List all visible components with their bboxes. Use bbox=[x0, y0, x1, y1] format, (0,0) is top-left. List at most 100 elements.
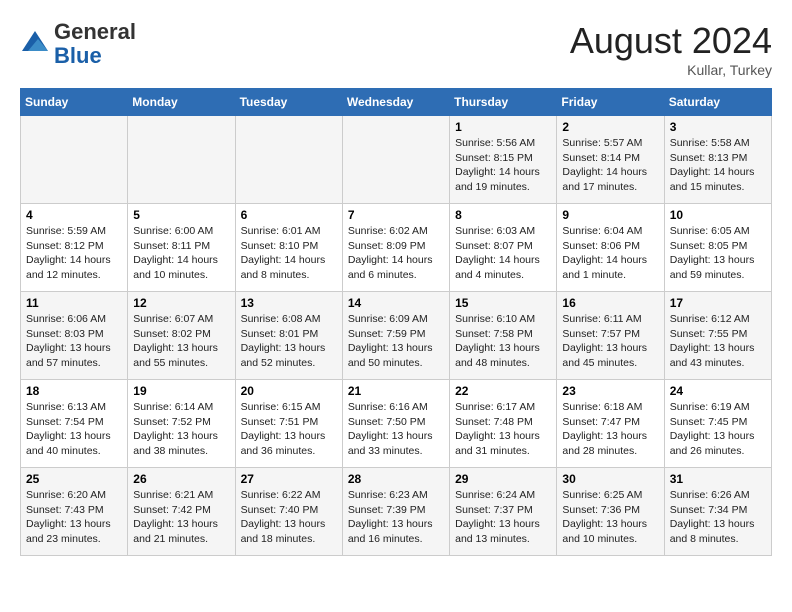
day-number: 4 bbox=[26, 208, 122, 222]
day-cell: 14Sunrise: 6:09 AM Sunset: 7:59 PM Dayli… bbox=[342, 292, 449, 380]
day-number: 28 bbox=[348, 472, 444, 486]
day-number: 24 bbox=[670, 384, 766, 398]
day-info: Sunrise: 6:14 AM Sunset: 7:52 PM Dayligh… bbox=[133, 400, 229, 459]
day-cell: 23 Sunrise: 6:18 AM Sunset: 7:47 PM Dayli… bbox=[557, 380, 664, 468]
day-number: 6 bbox=[241, 208, 337, 222]
day-number: 31 bbox=[670, 472, 766, 486]
day-cell: 16Sunrise: 6:11 AM Sunset: 7:57 PM Dayli… bbox=[557, 292, 664, 380]
day-cell: 17 Sunrise: 6:12 AM Sunset: 7:55 PM Dayli… bbox=[664, 292, 771, 380]
day-number: 21 bbox=[348, 384, 444, 398]
header-thursday: Thursday bbox=[450, 89, 557, 116]
day-info: Sunrise: 6:06 AM Sunset: 8:03 PM Dayligh… bbox=[26, 312, 122, 371]
day-number: 13 bbox=[241, 296, 337, 310]
day-number: 3 bbox=[670, 120, 766, 134]
day-info: Sunrise: 6:21 AM Sunset: 7:42 PM Dayligh… bbox=[133, 488, 229, 547]
day-cell: 9Sunrise: 6:04 AM Sunset: 8:06 PM Daylig… bbox=[557, 204, 664, 292]
day-number: 14 bbox=[348, 296, 444, 310]
day-cell: 28 Sunrise: 6:23 AM Sunset: 7:39 PM Dayli… bbox=[342, 468, 449, 556]
day-cell: 10 Sunrise: 6:05 AM Sunset: 8:05 PM Dayli… bbox=[664, 204, 771, 292]
month-year: August 2024 bbox=[570, 20, 772, 62]
day-number: 26 bbox=[133, 472, 229, 486]
day-number: 17 bbox=[670, 296, 766, 310]
day-cell bbox=[342, 116, 449, 204]
header-monday: Monday bbox=[128, 89, 235, 116]
day-info: Sunrise: 6:05 AM Sunset: 8:05 PM Dayligh… bbox=[670, 224, 766, 283]
day-cell bbox=[128, 116, 235, 204]
header-wednesday: Wednesday bbox=[342, 89, 449, 116]
location: Kullar, Turkey bbox=[570, 62, 772, 78]
day-info: Sunrise: 6:00 AM Sunset: 8:11 PM Dayligh… bbox=[133, 224, 229, 283]
day-info: Sunrise: 6:12 AM Sunset: 7:55 PM Dayligh… bbox=[670, 312, 766, 371]
day-number: 30 bbox=[562, 472, 658, 486]
calendar-table: SundayMondayTuesdayWednesdayThursdayFrid… bbox=[20, 88, 772, 556]
day-info: Sunrise: 6:25 AM Sunset: 7:36 PM Dayligh… bbox=[562, 488, 658, 547]
day-number: 11 bbox=[26, 296, 122, 310]
header-sunday: Sunday bbox=[21, 89, 128, 116]
day-number: 5 bbox=[133, 208, 229, 222]
day-info: Sunrise: 5:59 AM Sunset: 8:12 PM Dayligh… bbox=[26, 224, 122, 283]
day-cell: 4 Sunrise: 5:59 AM Sunset: 8:12 PM Daylig… bbox=[21, 204, 128, 292]
week-row-4: 18 Sunrise: 6:13 AM Sunset: 7:54 PM Dayli… bbox=[21, 380, 772, 468]
day-cell: 29 Sunrise: 6:24 AM Sunset: 7:37 PM Dayli… bbox=[450, 468, 557, 556]
day-number: 27 bbox=[241, 472, 337, 486]
day-cell: 1 Sunrise: 5:56 AM Sunset: 8:15 PM Daylig… bbox=[450, 116, 557, 204]
day-info: Sunrise: 6:15 AM Sunset: 7:51 PM Dayligh… bbox=[241, 400, 337, 459]
day-cell: 3 Sunrise: 5:58 AM Sunset: 8:13 PM Daylig… bbox=[664, 116, 771, 204]
day-cell: 26 Sunrise: 6:21 AM Sunset: 7:42 PM Dayli… bbox=[128, 468, 235, 556]
logo: General Blue bbox=[20, 20, 136, 68]
day-cell: 31 Sunrise: 6:26 AM Sunset: 7:34 PM Dayli… bbox=[664, 468, 771, 556]
day-info: Sunrise: 6:19 AM Sunset: 7:45 PM Dayligh… bbox=[670, 400, 766, 459]
day-cell: 20 Sunrise: 6:15 AM Sunset: 7:51 PM Dayli… bbox=[235, 380, 342, 468]
day-number: 20 bbox=[241, 384, 337, 398]
day-number: 1 bbox=[455, 120, 551, 134]
day-info: Sunrise: 6:07 AM Sunset: 8:02 PM Dayligh… bbox=[133, 312, 229, 371]
header-row: SundayMondayTuesdayWednesdayThursdayFrid… bbox=[21, 89, 772, 116]
day-info: Sunrise: 6:03 AM Sunset: 8:07 PM Dayligh… bbox=[455, 224, 551, 283]
day-number: 2 bbox=[562, 120, 658, 134]
day-cell bbox=[21, 116, 128, 204]
day-number: 29 bbox=[455, 472, 551, 486]
day-info: Sunrise: 6:23 AM Sunset: 7:39 PM Dayligh… bbox=[348, 488, 444, 547]
day-info: Sunrise: 6:08 AM Sunset: 8:01 PM Dayligh… bbox=[241, 312, 337, 371]
day-cell: 11 Sunrise: 6:06 AM Sunset: 8:03 PM Dayli… bbox=[21, 292, 128, 380]
day-cell: 15 Sunrise: 6:10 AM Sunset: 7:58 PM Dayli… bbox=[450, 292, 557, 380]
day-number: 18 bbox=[26, 384, 122, 398]
day-info: Sunrise: 5:57 AM Sunset: 8:14 PM Dayligh… bbox=[562, 136, 658, 195]
day-number: 25 bbox=[26, 472, 122, 486]
day-cell: 8Sunrise: 6:03 AM Sunset: 8:07 PM Daylig… bbox=[450, 204, 557, 292]
week-row-1: 1 Sunrise: 5:56 AM Sunset: 8:15 PM Daylig… bbox=[21, 116, 772, 204]
day-info: Sunrise: 6:18 AM Sunset: 7:47 PM Dayligh… bbox=[562, 400, 658, 459]
logo-icon bbox=[20, 29, 50, 59]
day-number: 23 bbox=[562, 384, 658, 398]
header-saturday: Saturday bbox=[664, 89, 771, 116]
week-row-2: 4 Sunrise: 5:59 AM Sunset: 8:12 PM Daylig… bbox=[21, 204, 772, 292]
day-number: 7 bbox=[348, 208, 444, 222]
day-info: Sunrise: 6:02 AM Sunset: 8:09 PM Dayligh… bbox=[348, 224, 444, 283]
day-info: Sunrise: 6:10 AM Sunset: 7:58 PM Dayligh… bbox=[455, 312, 551, 371]
day-cell: 7 Sunrise: 6:02 AM Sunset: 8:09 PM Daylig… bbox=[342, 204, 449, 292]
day-cell: 19Sunrise: 6:14 AM Sunset: 7:52 PM Dayli… bbox=[128, 380, 235, 468]
day-info: Sunrise: 6:22 AM Sunset: 7:40 PM Dayligh… bbox=[241, 488, 337, 547]
day-cell: 6Sunrise: 6:01 AM Sunset: 8:10 PM Daylig… bbox=[235, 204, 342, 292]
day-cell: 25 Sunrise: 6:20 AM Sunset: 7:43 PM Dayli… bbox=[21, 468, 128, 556]
logo-blue: Blue bbox=[54, 43, 102, 68]
day-info: Sunrise: 5:56 AM Sunset: 8:15 PM Dayligh… bbox=[455, 136, 551, 195]
day-number: 15 bbox=[455, 296, 551, 310]
day-info: Sunrise: 6:13 AM Sunset: 7:54 PM Dayligh… bbox=[26, 400, 122, 459]
day-info: Sunrise: 6:17 AM Sunset: 7:48 PM Dayligh… bbox=[455, 400, 551, 459]
day-info: Sunrise: 6:16 AM Sunset: 7:50 PM Dayligh… bbox=[348, 400, 444, 459]
day-cell: 24 Sunrise: 6:19 AM Sunset: 7:45 PM Dayli… bbox=[664, 380, 771, 468]
day-info: Sunrise: 6:20 AM Sunset: 7:43 PM Dayligh… bbox=[26, 488, 122, 547]
day-info: Sunrise: 6:26 AM Sunset: 7:34 PM Dayligh… bbox=[670, 488, 766, 547]
day-info: Sunrise: 5:58 AM Sunset: 8:13 PM Dayligh… bbox=[670, 136, 766, 195]
day-info: Sunrise: 6:24 AM Sunset: 7:37 PM Dayligh… bbox=[455, 488, 551, 547]
day-cell: 27 Sunrise: 6:22 AM Sunset: 7:40 PM Dayli… bbox=[235, 468, 342, 556]
day-cell: 5 Sunrise: 6:00 AM Sunset: 8:11 PM Daylig… bbox=[128, 204, 235, 292]
day-cell: 18 Sunrise: 6:13 AM Sunset: 7:54 PM Dayli… bbox=[21, 380, 128, 468]
day-cell: 21 Sunrise: 6:16 AM Sunset: 7:50 PM Dayli… bbox=[342, 380, 449, 468]
day-cell: 12Sunrise: 6:07 AM Sunset: 8:02 PM Dayli… bbox=[128, 292, 235, 380]
header-friday: Friday bbox=[557, 89, 664, 116]
day-info: Sunrise: 6:11 AM Sunset: 7:57 PM Dayligh… bbox=[562, 312, 658, 371]
day-number: 10 bbox=[670, 208, 766, 222]
day-number: 22 bbox=[455, 384, 551, 398]
